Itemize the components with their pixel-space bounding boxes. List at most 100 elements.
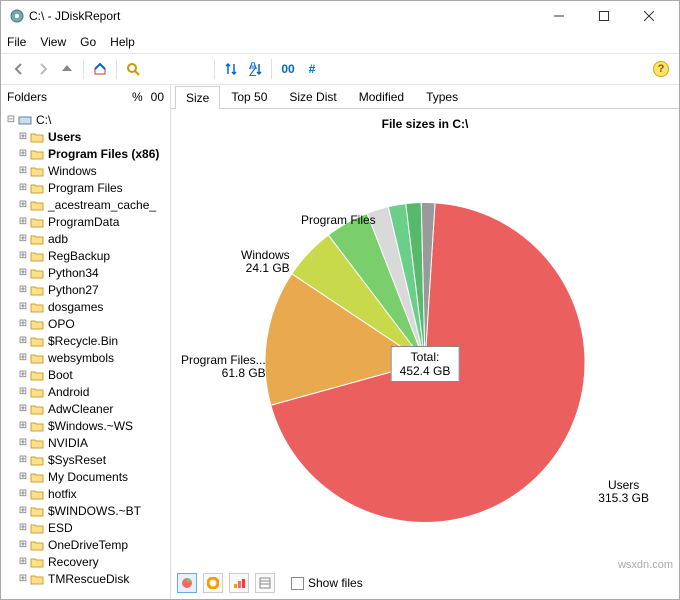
folder-icon bbox=[29, 317, 45, 331]
expand-icon[interactable]: ⊞ bbox=[17, 233, 29, 244]
expand-icon[interactable]: ⊞ bbox=[17, 471, 29, 482]
expand-icon[interactable]: ⊞ bbox=[17, 539, 29, 550]
tab-sizedist[interactable]: Size Dist bbox=[278, 85, 347, 108]
view-ring-button[interactable] bbox=[203, 573, 223, 593]
expand-icon[interactable]: ⊞ bbox=[17, 182, 29, 193]
expand-icon[interactable]: ⊞ bbox=[17, 352, 29, 363]
tab-modified[interactable]: Modified bbox=[348, 85, 415, 108]
sidebar-header-size[interactable]: 00 bbox=[151, 90, 164, 104]
expand-icon[interactable]: ⊞ bbox=[17, 267, 29, 278]
tree-item[interactable]: ⊞AdwCleaner bbox=[5, 400, 170, 417]
menu-view[interactable]: View bbox=[40, 35, 66, 49]
sidebar-header-pct[interactable]: % bbox=[132, 90, 143, 104]
unit-count-button[interactable]: # bbox=[300, 57, 324, 81]
expand-icon[interactable]: ⊞ bbox=[17, 488, 29, 499]
expand-icon[interactable]: ⊞ bbox=[17, 165, 29, 176]
search-button[interactable] bbox=[121, 57, 145, 81]
folder-icon bbox=[29, 419, 45, 433]
collapse-icon[interactable]: ⊟ bbox=[5, 114, 17, 125]
expand-icon[interactable]: ⊞ bbox=[17, 148, 29, 159]
tree-item[interactable]: ⊞_acestream_cache_ bbox=[5, 196, 170, 213]
tree-item[interactable]: ⊞TMRescueDisk bbox=[5, 570, 170, 587]
tree-item[interactable]: ⊞$WINDOWS.~BT bbox=[5, 502, 170, 519]
tree-item[interactable]: ⊞OPO bbox=[5, 315, 170, 332]
tab-top50[interactable]: Top 50 bbox=[220, 85, 278, 108]
tree-item[interactable]: ⊞Python27 bbox=[5, 281, 170, 298]
folder-icon bbox=[29, 504, 45, 518]
expand-icon[interactable]: ⊞ bbox=[17, 522, 29, 533]
sort-asc-button[interactable] bbox=[219, 57, 243, 81]
tree-item[interactable]: ⊞NVIDIA bbox=[5, 434, 170, 451]
folder-icon bbox=[29, 351, 45, 365]
expand-icon[interactable]: ⊞ bbox=[17, 505, 29, 516]
tree-item[interactable]: ⊞Recovery bbox=[5, 553, 170, 570]
expand-icon[interactable]: ⊞ bbox=[17, 131, 29, 142]
expand-icon[interactable]: ⊞ bbox=[17, 284, 29, 295]
forward-button[interactable] bbox=[31, 57, 55, 81]
help-button[interactable]: ? bbox=[649, 57, 673, 81]
tab-types[interactable]: Types bbox=[415, 85, 469, 108]
tree-item[interactable]: ⊞$Windows.~WS bbox=[5, 417, 170, 434]
expand-icon[interactable]: ⊞ bbox=[17, 216, 29, 227]
expand-icon[interactable]: ⊞ bbox=[17, 403, 29, 414]
tree-item[interactable]: ⊞Windows bbox=[5, 162, 170, 179]
expand-icon[interactable]: ⊞ bbox=[17, 437, 29, 448]
folder-icon bbox=[29, 487, 45, 501]
view-pie-button[interactable] bbox=[177, 573, 197, 593]
tree-root[interactable]: ⊟ C:\ bbox=[5, 111, 170, 128]
folder-tree[interactable]: ⊟ C:\ ⊞Users⊞Program Files (x86)⊞Windows… bbox=[1, 109, 170, 599]
unit-size-button[interactable]: 00 bbox=[276, 57, 300, 81]
tree-item[interactable]: ⊞$Recycle.Bin bbox=[5, 332, 170, 349]
show-files-checkbox[interactable]: Show files bbox=[291, 576, 363, 590]
tree-item[interactable]: ⊞ Python34 bbox=[5, 264, 170, 281]
expand-icon[interactable]: ⊞ bbox=[17, 386, 29, 397]
tree-item[interactable]: ⊞ESD bbox=[5, 519, 170, 536]
view-bars-button[interactable] bbox=[229, 573, 249, 593]
menu-help[interactable]: Help bbox=[110, 35, 135, 49]
folder-icon bbox=[29, 402, 45, 416]
expand-icon[interactable]: ⊞ bbox=[17, 199, 29, 210]
expand-icon[interactable]: ⊞ bbox=[17, 573, 29, 584]
tree-item[interactable]: ⊞websymbols bbox=[5, 349, 170, 366]
up-button[interactable] bbox=[55, 57, 79, 81]
tree-item[interactable]: ⊞My Documents bbox=[5, 468, 170, 485]
tree-item[interactable]: ⊞ ProgramData bbox=[5, 213, 170, 230]
tree-item[interactable]: ⊞Android bbox=[5, 383, 170, 400]
view-table-button[interactable] bbox=[255, 573, 275, 593]
maximize-button[interactable] bbox=[581, 2, 626, 30]
expand-icon[interactable]: ⊞ bbox=[17, 556, 29, 567]
tree-item[interactable]: ⊞dosgames bbox=[5, 298, 170, 315]
tree-item[interactable]: ⊞Program Files bbox=[5, 179, 170, 196]
svg-text:Z: Z bbox=[249, 65, 256, 76]
tree-item[interactable]: ⊞Program Files (x86) bbox=[5, 145, 170, 162]
slice-label-windows: Windows 24.1 GB bbox=[241, 249, 290, 275]
menu-file[interactable]: File bbox=[7, 35, 26, 49]
tree-item[interactable]: ⊞Boot bbox=[5, 366, 170, 383]
expand-icon[interactable]: ⊞ bbox=[17, 420, 29, 431]
titlebar: C:\ - JDiskReport bbox=[1, 1, 679, 31]
tree-item-label: Python34 bbox=[48, 266, 99, 280]
sidebar-header-label: Folders bbox=[7, 90, 132, 104]
back-button[interactable] bbox=[7, 57, 31, 81]
expand-icon[interactable]: ⊞ bbox=[17, 369, 29, 380]
sort-alpha-button[interactable]: AZ bbox=[243, 57, 267, 81]
tree-item[interactable]: ⊞adb bbox=[5, 230, 170, 247]
tree-item[interactable]: ⊞RegBackup bbox=[5, 247, 170, 264]
folder-icon bbox=[29, 249, 45, 263]
home-button[interactable] bbox=[88, 57, 112, 81]
minimize-button[interactable] bbox=[536, 2, 581, 30]
tree-item[interactable]: ⊞ hotfix bbox=[5, 485, 170, 502]
tree-item[interactable]: ⊞$SysReset bbox=[5, 451, 170, 468]
tree-item[interactable]: ⊞OneDriveTemp bbox=[5, 536, 170, 553]
expand-icon[interactable]: ⊞ bbox=[17, 250, 29, 261]
expand-icon[interactable]: ⊞ bbox=[17, 301, 29, 312]
tree-item[interactable]: ⊞Users bbox=[5, 128, 170, 145]
menu-go[interactable]: Go bbox=[80, 35, 96, 49]
expand-icon[interactable]: ⊞ bbox=[17, 454, 29, 465]
tab-size[interactable]: Size bbox=[175, 86, 220, 109]
expand-icon[interactable]: ⊞ bbox=[17, 335, 29, 346]
tree-item-label: hotfix bbox=[48, 487, 77, 501]
close-button[interactable] bbox=[626, 2, 671, 30]
tree-item-label: ProgramData bbox=[48, 215, 119, 229]
expand-icon[interactable]: ⊞ bbox=[17, 318, 29, 329]
